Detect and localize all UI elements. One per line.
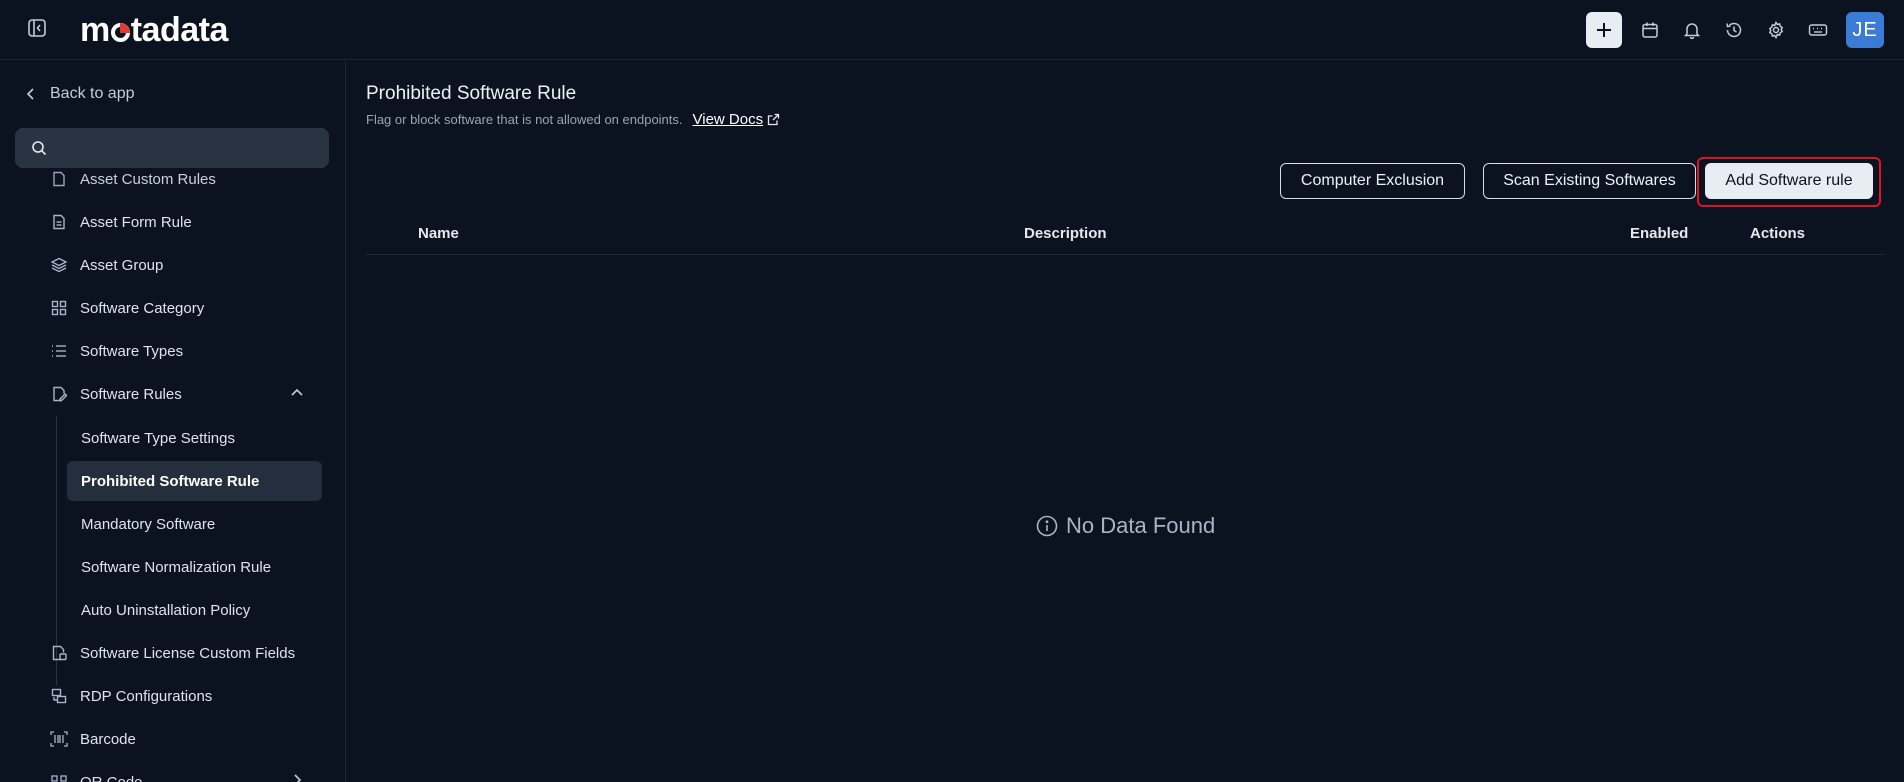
sidebar-item-label: Barcode [80,730,136,748]
view-docs-link[interactable]: View Docs [693,111,781,128]
column-header-name[interactable]: Name [418,225,459,242]
license-icon [50,644,68,662]
sidebar-item-label: Software License Custom Fields [80,644,296,662]
sidebar-item-qr-code[interactable]: QR Code [50,764,320,782]
settings-sidebar: Back to app Asset Custom Rules Asset For… [0,61,346,782]
logo-text-prefix: m [80,11,110,49]
history-button[interactable] [1716,12,1752,48]
column-header-enabled[interactable]: Enabled [1630,225,1688,242]
scan-existing-softwares-button[interactable]: Scan Existing Softwares [1483,163,1696,199]
layers-icon [50,256,68,274]
main-content: Prohibited Software Rule Flag or block s… [347,61,1904,782]
chevron-left-icon [26,88,34,100]
chevron-up-icon [291,388,303,396]
calendar-icon [1642,22,1658,38]
chevron-right-icon [294,774,302,782]
sidebar-item-label: Software Types [80,342,184,360]
barcode-icon [50,730,68,748]
sidebar-search[interactable] [15,128,329,168]
metadata-logo: m tadata [80,12,228,48]
back-to-app-label: Back to app [50,85,135,102]
file-icon [50,170,68,188]
gear-icon [1768,21,1784,39]
calendar-button[interactable] [1632,12,1668,48]
sidebar-item-software-types[interactable]: Software Types [50,333,320,369]
sidebar-item-software-category[interactable]: Software Category [50,290,320,326]
sidebar-subitem-auto-uninstallation-policy[interactable]: Auto Uninstallation Policy [67,590,322,630]
logo-o-mark [110,22,130,42]
back-to-app-link[interactable]: Back to app [26,83,135,105]
info-icon [1036,515,1058,537]
page-title: Prohibited Software Rule [366,83,577,104]
table-header: Name Description Enabled Actions [366,215,1885,255]
view-docs-label: View Docs [692,111,764,128]
sidebar-subitem-software-type-settings[interactable]: Software Type Settings [67,418,322,458]
rdp-icon [50,687,68,705]
file-icon [50,213,68,231]
sidebar-item-asset-group[interactable]: Asset Group [50,247,320,283]
sidebar-subitem-software-normalization-rule[interactable]: Software Normalization Rule [67,547,322,587]
sidebar-toggle-icon[interactable] [26,17,48,39]
logo-text-suffix: tadata [130,11,229,49]
plus-icon [1597,23,1611,37]
sidebar-item-label: Software Category [80,299,205,317]
external-link-icon [767,113,780,126]
sidebar-item-barcode[interactable]: Barcode [50,721,320,757]
sidebar-item-label: Asset Form Rule [80,213,192,231]
history-icon [1726,22,1742,38]
create-button[interactable] [1586,12,1622,48]
column-header-actions: Actions [1750,225,1806,242]
sidebar-search-input[interactable] [57,139,317,157]
list-icon [50,342,68,360]
sidebar-subitem-prohibited-software-rule[interactable]: Prohibited Software Rule [67,461,322,501]
sidebar-item-software-license-custom-fields[interactable]: Software License Custom Fields [50,635,320,671]
file-edit-icon [50,385,68,403]
sidebar-item-asset-form-rule[interactable]: Asset Form Rule [50,204,320,240]
notifications-button[interactable] [1674,12,1710,48]
user-avatar[interactable]: JE [1846,12,1884,48]
empty-state-text: No Data Found [1066,513,1216,538]
sidebar-item-label: RDP Configurations [80,687,213,705]
sidebar-subitem-mandatory-software[interactable]: Mandatory Software [67,504,322,544]
sidebar-item-label: Software Rules [80,385,182,403]
sidebar-item-label: Asset Custom Rules [80,170,216,188]
column-header-description[interactable]: Description [1024,225,1107,242]
settings-button[interactable] [1758,12,1794,48]
sidebar-item-rdp-configurations[interactable]: RDP Configurations [50,678,320,714]
page-subtitle: Flag or block software that is not allow… [366,111,780,128]
sidebar-item-software-rules[interactable]: Software Rules [50,376,320,412]
sidebar-item-label: Asset Group [80,256,164,274]
top-bar: m tadata JE [0,0,1904,60]
grid-icon [50,299,68,317]
keyboard-shortcuts-button[interactable] [1800,12,1836,48]
computer-exclusion-button[interactable]: Computer Exclusion [1280,163,1465,199]
search-icon [32,141,47,156]
add-software-rule-button[interactable]: Add Software rule [1705,163,1873,199]
qrcode-icon [50,773,68,782]
top-actions: JE [1586,12,1884,48]
keyboard-icon [1808,24,1828,36]
empty-state: No Data Found [1036,513,1215,539]
page-description: Flag or block software that is not allow… [366,112,683,127]
sidebar-item-label: QR Code [80,773,143,782]
bell-icon [1683,23,1701,39]
